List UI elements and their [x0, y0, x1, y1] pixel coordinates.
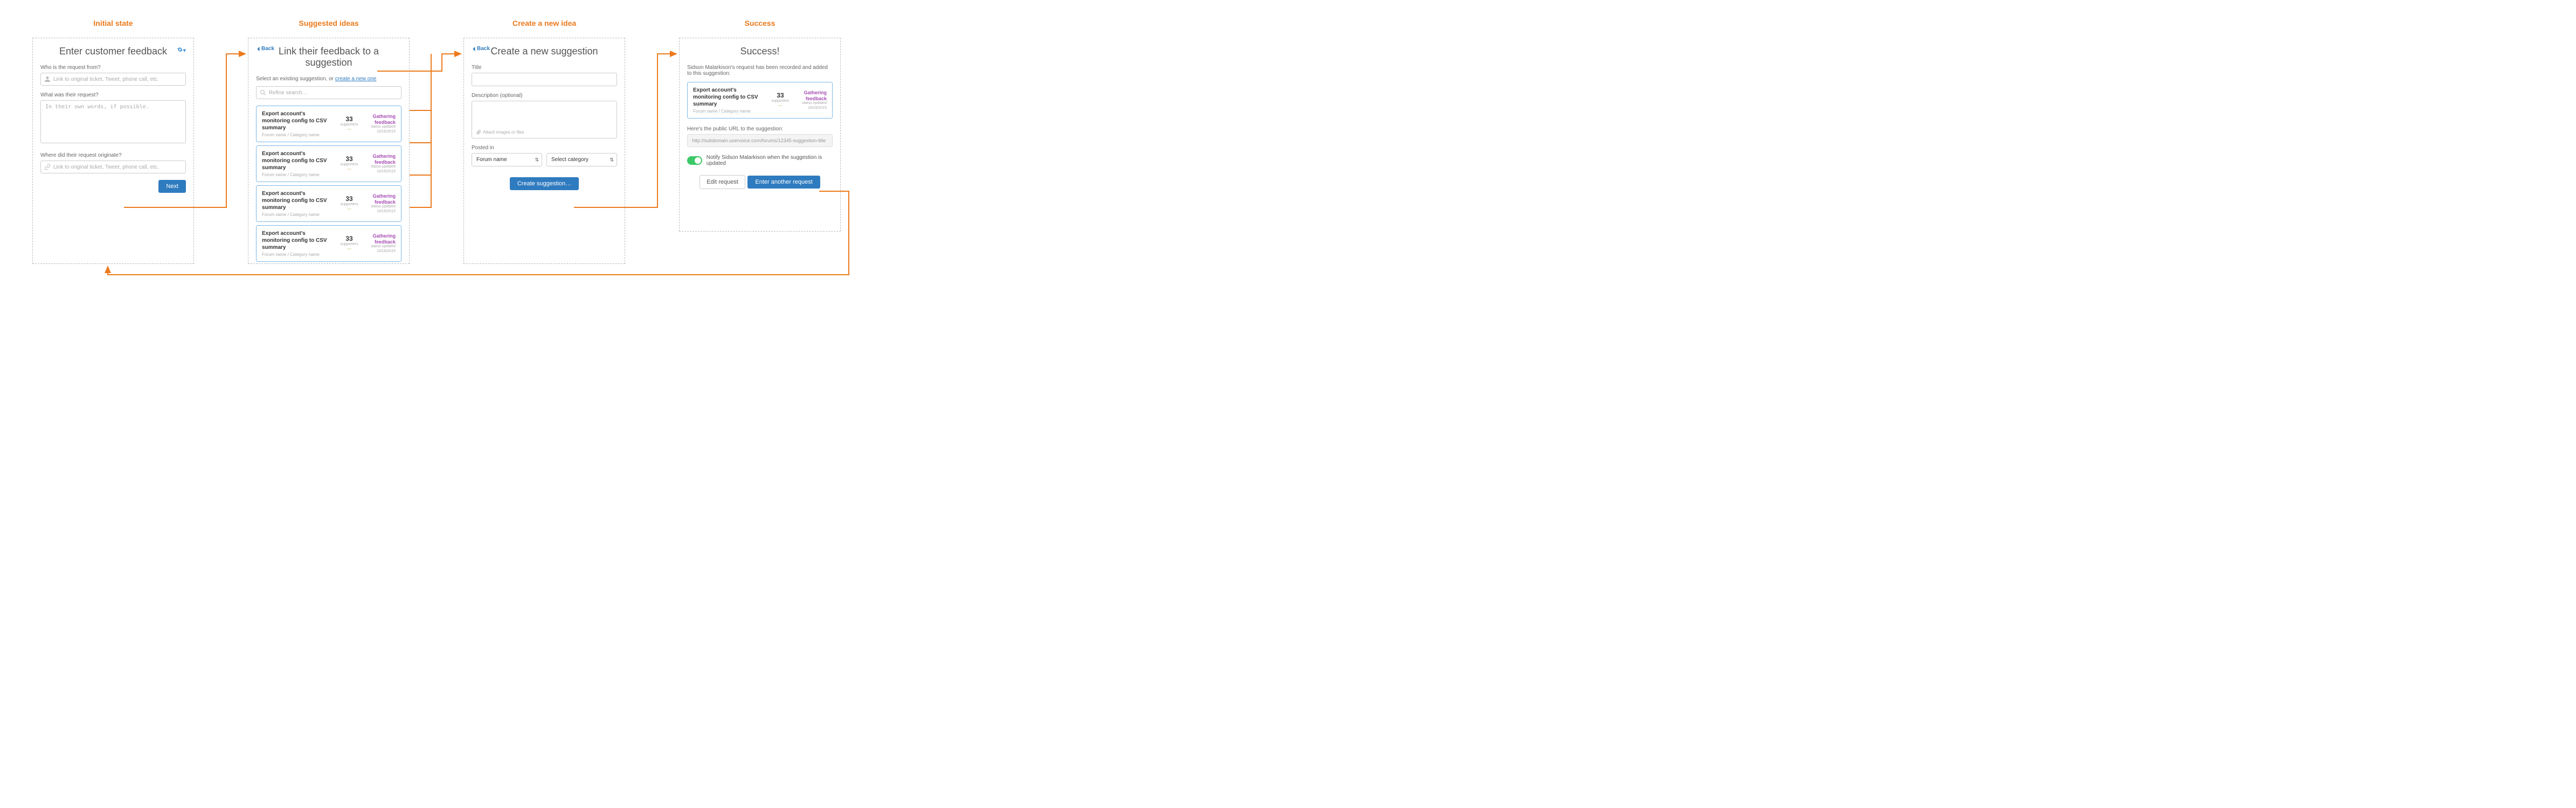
status-date: 10/16/2015 [364, 170, 396, 174]
card-title: Export account's monitoring config to CS… [262, 110, 334, 131]
who-label: Who is the request from? [40, 65, 186, 71]
title-input[interactable] [472, 73, 617, 86]
status-meta: status updated [364, 205, 396, 209]
status-date: 10/16/2015 [364, 249, 396, 254]
search-input[interactable] [256, 86, 401, 99]
notify-toggle[interactable] [687, 156, 702, 165]
url-label: Here's the public URL to the suggestion: [687, 126, 833, 132]
card-title: Export account's monitoring config to CS… [262, 150, 334, 171]
notify-label: Notify Sidson Malarkison when the sugges… [707, 155, 833, 166]
card-meta: Forum name / Category name [262, 252, 334, 257]
supporters-label: supporters [338, 203, 360, 206]
card-meta: Forum name / Category name [262, 212, 334, 217]
panel-title-text: Enter customer feedback [59, 46, 167, 57]
stage-label-create: Create a new idea [463, 19, 625, 27]
supporters-count: 33 [338, 115, 360, 123]
stage-label-success: Success [679, 19, 841, 27]
next-button[interactable]: Next [158, 180, 186, 193]
subtext-prefix: Select an existing suggestion, or [256, 76, 335, 82]
suggestion-card[interactable]: Export account's monitoring config to CS… [256, 225, 401, 262]
panel-title: Enter customer feedback ▾ [40, 46, 186, 57]
supporters-count: 33 [338, 155, 360, 163]
panel-suggested: Back Link their feedback to a suggestion… [248, 38, 410, 264]
status-date: 10/16/2015 [364, 130, 396, 134]
sparkline-icon: 〰︎ [338, 246, 360, 252]
suggestion-card[interactable]: Export account's monitoring config to CS… [256, 145, 401, 182]
status-badge: Gathering feedback [364, 114, 396, 126]
panel-success: Success! Sidson Malarkison's request has… [679, 38, 841, 232]
supporters-count: 33 [338, 235, 360, 242]
where-input[interactable] [40, 161, 186, 173]
stage-label-initial: Initial state [32, 19, 194, 27]
status-badge: Gathering feedback [364, 154, 396, 165]
create-new-link[interactable]: create a new one [335, 76, 377, 82]
attach-label: Attach images or files [483, 130, 524, 135]
who-input[interactable] [40, 73, 186, 86]
success-intro: Sidson Malarkison's request has been rec… [687, 65, 833, 76]
card-meta: Forum name / Category name [262, 172, 334, 177]
status-date: 10/16/2015 [795, 106, 827, 110]
status-date: 10/16/2015 [364, 210, 396, 214]
status-meta: status updated [364, 165, 396, 169]
status-badge: Gathering feedback [364, 193, 396, 205]
url-box[interactable]: http://subdomain.uservoice.com/forums/12… [687, 134, 833, 147]
panel-title: Create a new suggestion [472, 46, 617, 57]
edit-request-button[interactable]: Edit request [700, 175, 745, 189]
where-input-field[interactable] [53, 164, 182, 170]
status-meta: status updated [364, 125, 396, 129]
card-title: Export account's monitoring config to CS… [262, 230, 334, 251]
title-label: Title [472, 65, 617, 71]
create-suggestion-button[interactable]: Create suggestion… [510, 177, 579, 190]
what-label: What was their request? [40, 92, 186, 98]
panel-initial: Enter customer feedback ▾ Who is the req… [32, 38, 194, 264]
status-meta: status updated [795, 101, 827, 106]
posted-label: Posted in [472, 145, 617, 151]
person-icon [44, 76, 51, 82]
where-label: Where did their request originate? [40, 152, 186, 158]
supporters-label: supporters [338, 242, 360, 246]
supporters-label: supporters [770, 99, 791, 103]
desc-label: Description (optional) [472, 93, 617, 99]
search-field[interactable] [269, 90, 398, 96]
suggestion-card[interactable]: Export account's monitoring config to CS… [256, 106, 401, 142]
enter-another-button[interactable]: Enter another request [747, 176, 820, 189]
supporters-count: 33 [338, 195, 360, 203]
panel-create: Back Create a new suggestion Title Descr… [463, 38, 625, 264]
forum-select[interactable]: Forum name [472, 153, 542, 166]
sparkline-icon: 〰︎ [338, 127, 360, 133]
suggestion-card[interactable]: Export account's monitoring config to CS… [687, 82, 833, 119]
search-icon [260, 89, 266, 96]
supporters-label: supporters [338, 163, 360, 166]
status-meta: status updated [364, 245, 396, 249]
subtext: Select an existing suggestion, or create… [256, 76, 401, 82]
what-textarea[interactable] [40, 100, 186, 143]
supporters-label: supporters [338, 123, 360, 127]
card-title: Export account's monitoring config to CS… [262, 190, 334, 211]
sparkline-icon: 〰︎ [338, 206, 360, 212]
sparkline-icon: 〰︎ [338, 166, 360, 172]
attach-link[interactable]: Attach images or files [476, 130, 524, 135]
stage-label-suggested: Suggested ideas [248, 19, 410, 27]
status-badge: Gathering feedback [795, 90, 827, 102]
panel-title: Success! [687, 46, 833, 57]
link-icon [44, 164, 51, 170]
supporters-count: 33 [770, 92, 791, 99]
panel-title: Link their feedback to a suggestion [256, 46, 401, 68]
desc-textarea[interactable]: Attach images or files [472, 101, 617, 138]
status-badge: Gathering feedback [364, 233, 396, 245]
attach-icon [476, 130, 481, 135]
who-input-field[interactable] [53, 76, 182, 82]
category-select[interactable]: Select category [546, 153, 617, 166]
suggestion-card[interactable]: Export account's monitoring config to CS… [256, 185, 401, 222]
card-meta: Forum name / Category name [693, 109, 765, 114]
card-meta: Forum name / Category name [262, 133, 334, 137]
sparkline-icon: 〰︎ [770, 103, 791, 109]
card-title: Export account's monitoring config to CS… [693, 87, 765, 108]
gear-icon[interactable]: ▾ [177, 47, 186, 54]
